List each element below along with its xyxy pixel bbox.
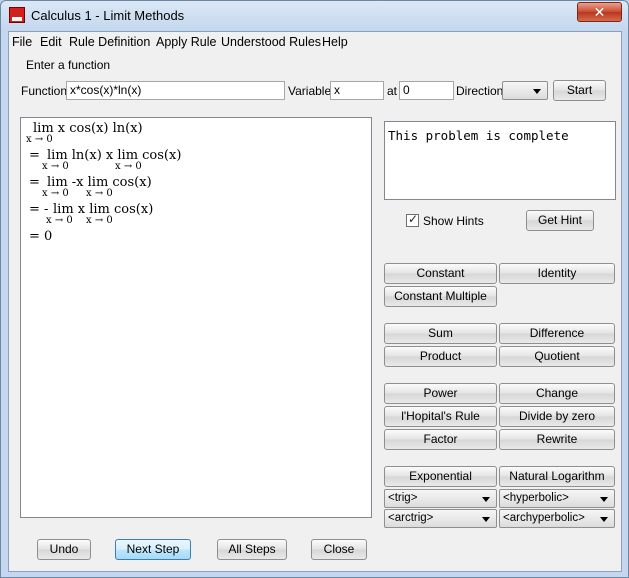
direction-dropdown[interactable] — [502, 81, 548, 100]
rule-divide-by-zero-button[interactable]: Divide by zero — [499, 406, 615, 427]
limit-subscript: x → 0 — [86, 215, 113, 226]
archyperbolic-dropdown[interactable]: <archyperbolic> — [499, 509, 615, 528]
hyperbolic-dropdown[interactable]: <hyperbolic> — [499, 489, 615, 508]
rule-difference-button[interactable]: Difference — [499, 323, 615, 344]
title-bar: Calculus 1 - Limit Methods ✕ — [1, 1, 628, 31]
rule-rewrite-button[interactable]: Rewrite — [499, 429, 615, 450]
limit-subscript: x → 0 — [42, 161, 69, 172]
trig-dropdown[interactable]: <trig> — [384, 489, 497, 508]
at-label: at — [387, 84, 398, 98]
show-hints-checkbox[interactable] — [406, 212, 419, 227]
rule-power-button[interactable]: Power — [384, 383, 497, 404]
menu-help[interactable]: Help — [322, 35, 348, 49]
limit-subscript: x → 0 — [86, 188, 113, 199]
arctrig-dropdown-value: <arctrig> — [388, 512, 434, 524]
close-button[interactable]: Close — [311, 539, 367, 560]
window-close-button[interactable]: ✕ — [577, 2, 622, 22]
limit-subscript: x → 0 — [115, 161, 142, 172]
chevron-down-icon — [600, 497, 608, 502]
function-label: Function — [21, 84, 68, 98]
archyperbolic-dropdown-value: <archyperbolic> — [503, 512, 585, 524]
status-message: This problem is complete — [388, 128, 569, 143]
rule-identity-button[interactable]: Identity — [499, 263, 615, 284]
rule-constant-button[interactable]: Constant — [384, 263, 497, 284]
chevron-down-icon — [482, 517, 490, 522]
trig-dropdown-value: <trig> — [388, 492, 418, 504]
menu-file[interactable]: File — [12, 35, 32, 49]
rule-sum-button[interactable]: Sum — [384, 323, 497, 344]
start-button[interactable]: Start — [553, 80, 606, 101]
at-input[interactable]: 0 — [399, 81, 454, 100]
app-window: Calculus 1 - Limit Methods ✕ File Edit R… — [0, 0, 629, 578]
all-steps-button[interactable]: All Steps — [217, 539, 287, 560]
chevron-down-icon — [533, 89, 541, 94]
chevron-down-icon — [482, 497, 490, 502]
function-input[interactable]: x*cos(x)*ln(x) — [66, 81, 285, 100]
rule-change-button[interactable]: Change — [499, 383, 615, 404]
app-icon — [9, 7, 25, 23]
rule-quotient-button[interactable]: Quotient — [499, 346, 615, 367]
client-area: File Edit Rule Definition Apply Rule Und… — [8, 31, 622, 572]
get-hint-button[interactable]: Get Hint — [526, 210, 594, 231]
rule-exponential-button[interactable]: Exponential — [384, 466, 497, 487]
step-prefix: = — [29, 175, 40, 190]
step-prefix: = — [29, 148, 40, 163]
rule-natural-logarithm-button[interactable]: Natural Logarithm — [499, 466, 615, 487]
limit-subscript: x → 0 — [26, 134, 53, 145]
show-hints-label: Show Hints — [423, 214, 484, 228]
variable-label: Variable — [288, 84, 332, 98]
menu-understood-rules[interactable]: Understood Rules — [221, 35, 321, 49]
undo-button[interactable]: Undo — [37, 539, 91, 560]
limit-subscript: x → 0 — [46, 215, 73, 226]
variable-input[interactable]: x — [330, 81, 384, 100]
menu-apply-rule[interactable]: Apply Rule — [156, 35, 216, 49]
hyperbolic-dropdown-value: <hyperbolic> — [503, 492, 569, 504]
menu-bar: File Edit Rule Definition Apply Rule Und… — [9, 32, 621, 52]
window-title: Calculus 1 - Limit Methods — [31, 8, 185, 23]
rule-product-button[interactable]: Product — [384, 346, 497, 367]
status-box: This problem is complete — [384, 121, 616, 200]
rule-factor-button[interactable]: Factor — [384, 429, 497, 450]
derivation-panel: lim x cos(x) ln(x) x → 0 = lim ln(x) x l… — [20, 117, 372, 518]
limit-subscript: x → 0 — [42, 188, 69, 199]
rule-lhopital-button[interactable]: l'Hopital's Rule — [384, 406, 497, 427]
chevron-down-icon — [600, 517, 608, 522]
rule-constant-multiple-button[interactable]: Constant Multiple — [384, 286, 497, 307]
arctrig-dropdown[interactable]: <arctrig> — [384, 509, 497, 528]
step-prefix: = 0 — [29, 229, 53, 244]
direction-label: Direction — [456, 84, 504, 98]
menu-rule-definition[interactable]: Rule Definition — [69, 35, 150, 49]
menu-edit[interactable]: Edit — [40, 35, 62, 49]
enter-function-label: Enter a function — [26, 58, 111, 72]
next-step-button[interactable]: Next Step — [115, 539, 191, 560]
